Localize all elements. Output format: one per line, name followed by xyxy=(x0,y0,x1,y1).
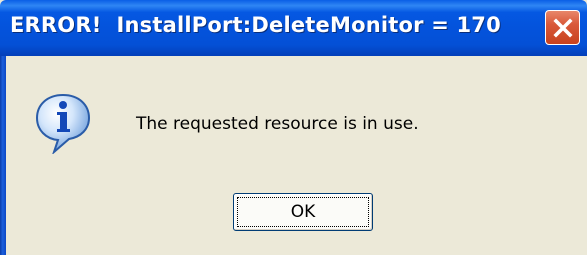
close-button[interactable] xyxy=(545,10,580,45)
info-icon xyxy=(35,93,91,154)
ok-button-label: OK xyxy=(237,197,369,227)
window-title: ERROR! InstallPort:DeleteMonitor = 170 xyxy=(10,13,501,37)
ok-button[interactable]: OK xyxy=(233,193,373,231)
error-dialog-window: ERROR! InstallPort:DeleteMonitor = 170 T… xyxy=(0,0,587,255)
close-icon xyxy=(552,17,573,38)
error-message: The requested resource is in use. xyxy=(136,114,419,134)
window-left-border xyxy=(0,56,6,255)
title-bar[interactable]: ERROR! InstallPort:DeleteMonitor = 170 xyxy=(0,0,587,56)
